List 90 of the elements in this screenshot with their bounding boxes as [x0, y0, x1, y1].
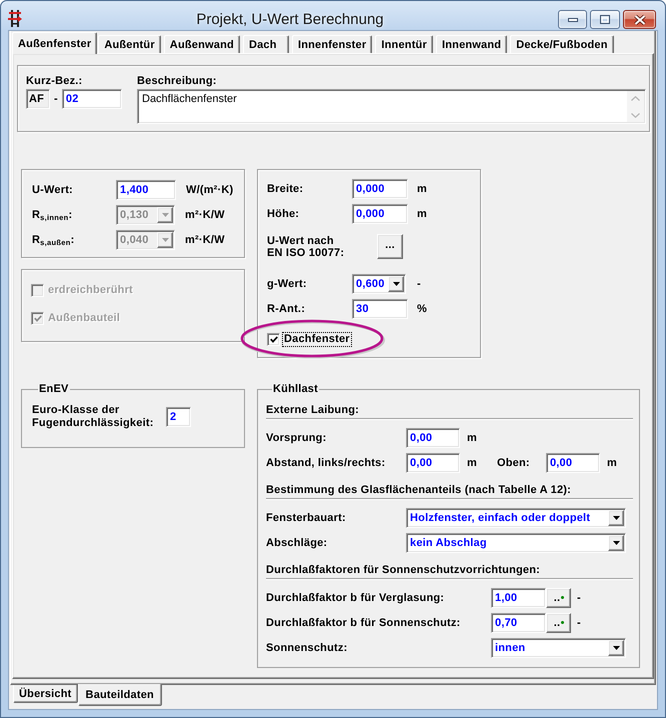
group-title: Kühllast: [272, 383, 319, 396]
input-field[interactable]: 1,00: [491, 588, 546, 608]
tab[interactable]: Außenwand: [164, 35, 240, 53]
field-label: Abstand, links/rechts:: [266, 456, 386, 470]
field-label: g-Wert:: [267, 278, 308, 290]
caret-down-icon: [392, 282, 400, 286]
caret-down-icon: [612, 646, 620, 650]
section-heading: Externe Laibung:: [266, 404, 360, 417]
unit-label: -: [577, 592, 581, 604]
field-label: Sonnenschutz:: [266, 642, 348, 654]
dropdown-button[interactable]: [388, 276, 404, 292]
field-label: U-Wert nach EN ISO 10077:: [267, 235, 346, 259]
dropdown-field[interactable]: kein Abschlag: [406, 533, 626, 553]
field-label: Durchlaßfaktor b für Verglasung:: [266, 592, 446, 604]
field-label: Breite:: [267, 182, 304, 196]
dropdown-field[interactable]: Holzfenster, einfach oder doppelt: [406, 508, 626, 528]
prefix-field: AF: [26, 89, 50, 109]
tab[interactable]: Außenfenster: [12, 32, 98, 54]
input-field[interactable]: 0,000: [352, 179, 408, 199]
dot-icon: [561, 621, 564, 624]
input-field[interactable]: 02: [62, 89, 122, 109]
dropdown-button[interactable]: [608, 640, 624, 656]
tab[interactable]: Decke/Fußboden: [510, 35, 614, 53]
ellipsis-button[interactable]: ...: [377, 234, 403, 259]
section-heading: Bestimmung des Glasflächenanteils (nach Tabelle A 12):: [266, 484, 572, 497]
unit-label: %: [417, 303, 427, 315]
minimize-button[interactable]: [558, 10, 587, 29]
input-field[interactable]: 1,400: [116, 180, 176, 200]
caret-down-icon: [162, 238, 168, 242]
ellipsis-button[interactable]: ..: [546, 588, 571, 608]
dot-icon: [561, 596, 564, 599]
unit-label: m: [467, 432, 477, 444]
input-field[interactable]: 2: [166, 407, 191, 427]
field-label: U-Wert:: [32, 184, 74, 196]
maximize-button[interactable]: [590, 10, 620, 29]
tab[interactable]: Innentür: [375, 35, 433, 53]
unit-label: -: [417, 278, 421, 290]
dropdown-button[interactable]: [608, 535, 624, 551]
unit-label: m: [606, 457, 617, 469]
tab[interactable]: Dach: [242, 35, 289, 53]
input-field[interactable]: 30: [352, 299, 408, 319]
section-heading: Durchlaßfaktoren für Sonnenschutzvorrichtungen:: [266, 564, 542, 577]
close-icon: [634, 14, 646, 24]
checkmark-icon: [34, 314, 42, 322]
tab[interactable]: Innenfenster: [292, 35, 372, 53]
field-label: Höhe:: [267, 208, 300, 220]
unit-label: m²·K/W: [185, 234, 225, 246]
field-label: R$_{s,außen}$:: [32, 234, 76, 246]
tab[interactable]: Innenwand: [436, 35, 508, 53]
field-label: R$_{s,innen}$:: [32, 208, 74, 222]
unit-label: W/(m²·K): [186, 184, 234, 196]
unit-label: m: [417, 183, 427, 195]
close-button[interactable]: [623, 10, 656, 29]
tab[interactable]: Bauteildaten: [78, 684, 162, 706]
field-label: Durchlaßfaktor b für Sonnenschutz:: [266, 616, 462, 630]
unit-label: m²·K/W: [185, 209, 225, 221]
dropdown-button[interactable]: [608, 510, 624, 526]
unit-label: m: [467, 457, 477, 469]
checkmark-icon: [270, 336, 278, 342]
window-title: Projekt, U-Wert Berechnung: [195, 10, 385, 29]
separator-label: -: [54, 93, 58, 105]
field-label: Vorsprung:: [266, 432, 328, 444]
input-field[interactable]: 0,00: [406, 453, 460, 473]
dropdown-field[interactable]: innen: [491, 638, 626, 658]
field-label: Beschreibung:: [137, 75, 218, 88]
caret-down-icon: [612, 516, 620, 520]
group-title: EnEV: [38, 383, 70, 396]
field-label: R-Ant.:: [267, 302, 306, 316]
field-label: Abschläge:: [266, 536, 328, 550]
tab[interactable]: Außentür: [98, 35, 161, 53]
input-field[interactable]: 0,70: [491, 613, 546, 633]
input-field[interactable]: 0,000: [352, 204, 408, 224]
maximize-icon: [600, 15, 610, 24]
tab[interactable]: Übersicht: [13, 685, 78, 703]
field-label: Oben:: [496, 456, 531, 470]
caret-down-icon: [162, 213, 168, 217]
ellipsis-button[interactable]: ..: [546, 613, 571, 633]
input-field[interactable]: 0,00: [406, 428, 460, 448]
caret-down-icon: [612, 541, 620, 545]
field-label: Fensterbauart:: [266, 512, 347, 524]
field-label: Euro-Klasse der Fugendurchlässigkeit:: [32, 404, 155, 430]
minimize-icon: [568, 18, 578, 22]
app-icon: [8, 9, 22, 28]
checkbox[interactable]: [267, 332, 280, 346]
input-field[interactable]: 0,00: [546, 453, 600, 473]
checkbox-label[interactable]: Dachfenster: [283, 332, 351, 346]
unit-label: -: [577, 617, 581, 629]
dropdown-field[interactable]: 0,600: [352, 274, 406, 294]
unit-label: m: [417, 208, 427, 220]
field-label: Kurz-Bez.:: [26, 75, 84, 88]
